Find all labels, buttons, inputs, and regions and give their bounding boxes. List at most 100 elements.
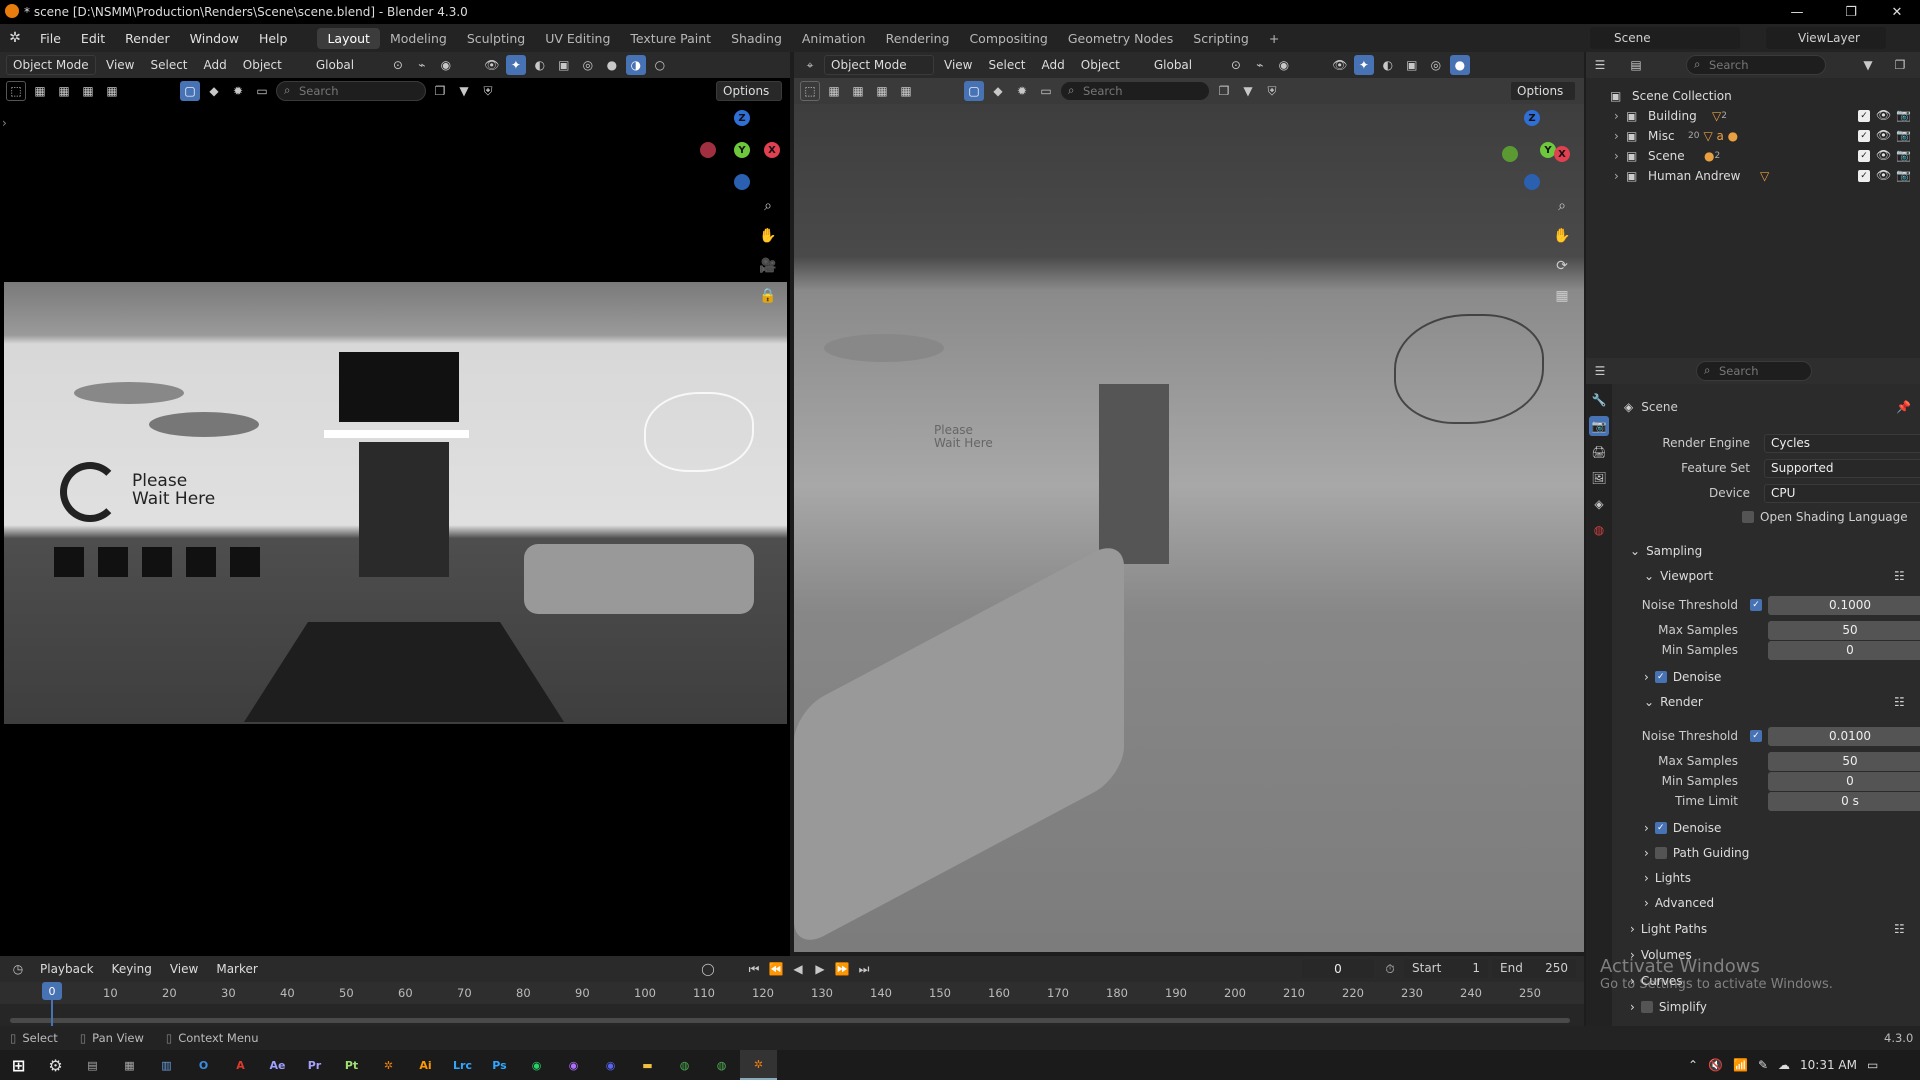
play-icon[interactable]: ▶: [810, 959, 830, 979]
right-orbit-icon[interactable]: ⟳: [1550, 254, 1574, 278]
outliner-editor-icon[interactable]: ☰: [1590, 55, 1610, 75]
windows-start-icon[interactable]: ⊞: [0, 1050, 37, 1080]
tray-chevron-icon[interactable]: ⌃: [1688, 1058, 1698, 1072]
right-wireframe-shading-icon[interactable]: ◎: [1426, 55, 1446, 75]
outliner-display-mode-icon[interactable]: ▤: [1626, 55, 1646, 75]
right-zoom-icon[interactable]: ⌕: [1550, 194, 1574, 218]
expand-arrow-icon[interactable]: ›: [1614, 109, 1626, 123]
right-camera-filter-icon[interactable]: ▭: [1036, 81, 1056, 101]
left-orientation-dropdown[interactable]: Global: [310, 55, 384, 75]
right-view-menu[interactable]: View: [938, 55, 978, 75]
feature-set-dropdown[interactable]: Supported: [1764, 458, 1920, 478]
clock-time[interactable]: 10:31 AM: [1800, 1058, 1857, 1072]
properties-search-input[interactable]: Search: [1696, 361, 1812, 381]
render-engine-dropdown[interactable]: Cycles: [1764, 433, 1920, 453]
right-select-tool-icon[interactable]: ⬚: [800, 81, 820, 101]
r-max-field[interactable]: 50: [1768, 751, 1920, 771]
right-light-filter-icon[interactable]: ✹: [1012, 81, 1032, 101]
right-select-mode-extend-icon[interactable]: ▦: [848, 81, 868, 101]
outliner-root[interactable]: ▣ Scene Collection: [1586, 86, 1920, 106]
lightroom-icon[interactable]: Lrc: [444, 1050, 481, 1080]
chrome-icon[interactable]: ◍: [666, 1050, 703, 1080]
select-mode-subtract-icon[interactable]: ▦: [78, 81, 98, 101]
left-options-dropdown[interactable]: Options: [716, 81, 782, 101]
language-icon[interactable]: ✎: [1758, 1058, 1768, 1072]
chrome-profile-icon[interactable]: ◍: [703, 1050, 740, 1080]
vp-min-field[interactable]: 0: [1768, 640, 1920, 660]
tab-uv-editing[interactable]: UV Editing: [535, 28, 620, 49]
select-mode-invert-icon[interactable]: ▦: [102, 81, 122, 101]
right-search-input[interactable]: Search: [1060, 81, 1210, 101]
tab-animation[interactable]: Animation: [792, 28, 876, 49]
tab-geometry-nodes[interactable]: Geometry Nodes: [1058, 28, 1183, 49]
tab-scripting[interactable]: Scripting: [1183, 28, 1259, 49]
minimize-button[interactable]: —: [1774, 0, 1820, 24]
right-pivot-icon[interactable]: ⊙: [1226, 55, 1246, 75]
right-select-mode-new-icon[interactable]: ▦: [824, 81, 844, 101]
right-options-dropdown[interactable]: Options: [1510, 81, 1576, 101]
solid-shading-icon[interactable]: ●: [602, 55, 622, 75]
time-limit-field[interactable]: 0 s: [1768, 791, 1920, 811]
right-gizmo-toggle-icon[interactable]: ✦: [1353, 55, 1374, 75]
visibility-icon[interactable]: 👁: [482, 55, 502, 75]
playhead[interactable]: 0: [42, 982, 62, 1000]
tab-modeling[interactable]: Modeling: [380, 28, 457, 49]
render-tab-icon[interactable]: 📷: [1589, 416, 1609, 436]
right-shield-icon[interactable]: ⛨: [1262, 81, 1282, 101]
camera-filter-icon[interactable]: ▭: [252, 81, 272, 101]
right-select-mode-invert-icon[interactable]: ▦: [896, 81, 916, 101]
next-keyframe-icon[interactable]: ⏩: [832, 959, 852, 979]
outliner-item-misc[interactable]: › ▣ Misc 20 ▽ a ● ✓ 👁 📷: [1586, 126, 1920, 146]
r-denoise-checkbox[interactable]: ✓: [1654, 822, 1667, 834]
menu-window[interactable]: Window: [180, 31, 249, 46]
editor-type-icon[interactable]: ⌖: [800, 55, 820, 75]
outliner-filter-icon[interactable]: ▼: [1858, 55, 1878, 75]
viewlayer-selector[interactable]: ViewLayer: [1766, 27, 1886, 49]
right-object-filter-icon[interactable]: ▢: [964, 81, 984, 101]
pan-hand-icon[interactable]: ✋: [756, 224, 780, 248]
jump-start-icon[interactable]: ⏮: [744, 959, 764, 979]
blender-alt-icon[interactable]: ✲: [370, 1050, 407, 1080]
after-effects-icon[interactable]: Ae: [259, 1050, 296, 1080]
add-workspace-icon[interactable]: +: [1259, 28, 1289, 49]
outliner-search-input[interactable]: Search: [1686, 55, 1826, 75]
gizmo-neg-z-axis[interactable]: [734, 174, 750, 190]
messenger-icon[interactable]: ◉: [555, 1050, 592, 1080]
camera-render-icon[interactable]: 📷: [1896, 168, 1911, 182]
timeline-editor-icon[interactable]: ◷: [8, 959, 28, 979]
left-toggle-arrow-icon[interactable]: ›: [2, 116, 7, 130]
vp-denoise-subsection[interactable]: › ✓ Denoise: [1644, 670, 1721, 684]
list-icon[interactable]: ☷: [1894, 695, 1905, 709]
painter-icon[interactable]: Pt: [333, 1050, 370, 1080]
eye-icon[interactable]: 👁: [1876, 168, 1891, 182]
timeline-scrollbar[interactable]: [10, 1018, 1570, 1023]
eye-icon[interactable]: 👁: [1876, 108, 1891, 122]
simplify-section[interactable]: › Simplify: [1630, 1000, 1707, 1014]
end-frame-field[interactable]: End 250: [1492, 959, 1576, 978]
right-orientation-dropdown[interactable]: Global: [1148, 55, 1222, 75]
start-frame-field[interactable]: Start 1: [1404, 959, 1488, 978]
eye-icon[interactable]: 👁: [1876, 148, 1891, 162]
proportional-edit-icon[interactable]: ◉: [436, 55, 456, 75]
left-object-menu[interactable]: Object: [237, 55, 288, 75]
right-gizmo-neg-y-axis[interactable]: [1502, 146, 1518, 162]
r-noise-field[interactable]: 0.0100: [1768, 726, 1920, 746]
exclude-checkbox[interactable]: ✓: [1858, 170, 1870, 182]
right-xray-icon[interactable]: ▣: [1402, 55, 1422, 75]
advanced-subsection[interactable]: › Advanced: [1644, 896, 1714, 910]
right-snap-icon[interactable]: ⌁: [1250, 55, 1270, 75]
discord-icon[interactable]: ◉: [592, 1050, 629, 1080]
scene-tab-icon[interactable]: ◈: [1589, 494, 1609, 514]
right-gizmo-z-axis[interactable]: Z: [1524, 110, 1540, 126]
snap-icon[interactable]: ⌁: [412, 55, 432, 75]
blender-menu-icon[interactable]: ✲: [0, 30, 30, 46]
right-visibility-icon[interactable]: 👁: [1330, 55, 1350, 75]
left-viewport[interactable]: › Please Wait Here Z Y X ⌕ ✋ 🎥 🔒: [0, 104, 790, 956]
right-select-mode-subtract-icon[interactable]: ▦: [872, 81, 892, 101]
lock-camera-icon[interactable]: 🔒: [756, 284, 780, 308]
left-view-menu[interactable]: View: [100, 55, 140, 75]
bookmark-icon[interactable]: ❐: [430, 81, 450, 101]
outliner-item-scene[interactable]: › ▣ Scene ● 2 ✓ 👁 📷: [1586, 146, 1920, 166]
eye-icon[interactable]: 👁: [1876, 128, 1891, 142]
settings-icon[interactable]: ⚙: [37, 1050, 74, 1080]
